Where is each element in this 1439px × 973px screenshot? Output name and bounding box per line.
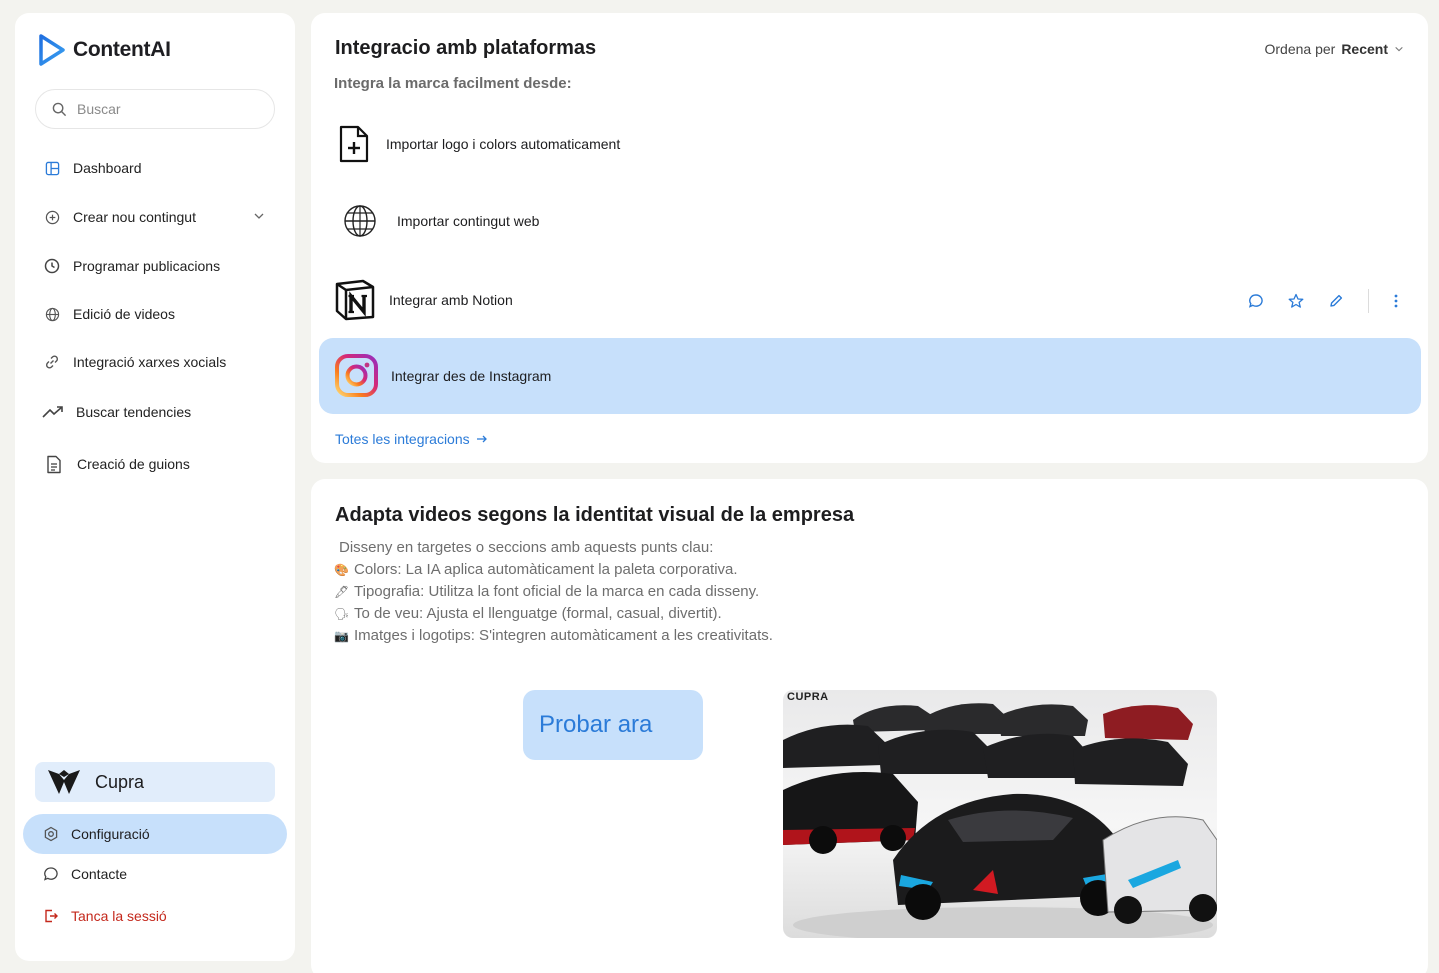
cars-illustration	[783, 703, 1217, 938]
link-icon	[43, 353, 61, 371]
document-icon	[45, 455, 63, 473]
nav-label: Crear nou contingut	[73, 209, 196, 225]
nav-label: Edició de videos	[73, 306, 175, 322]
search-box[interactable]	[35, 89, 275, 129]
company-selector[interactable]: Cupra	[35, 762, 275, 802]
row-actions	[1236, 289, 1411, 313]
nav-label: Creació de guions	[77, 456, 190, 472]
cupra-logo-icon	[48, 770, 80, 794]
nav-item-configuracio[interactable]: Configuració	[23, 814, 287, 854]
actions-divider	[1368, 289, 1369, 313]
nav-item-crear-contingut[interactable]: Crear nou contingut	[43, 205, 273, 229]
chevron-down-icon[interactable]	[253, 209, 265, 225]
integrations-title: Integracio amb plataformas	[335, 37, 597, 59]
search-icon	[52, 102, 67, 116]
globe-icon	[344, 205, 376, 237]
integration-row-logo[interactable]: Importar logo i colors automaticament	[338, 125, 620, 163]
speaking-head-icon: 🗣	[334, 607, 350, 621]
integration-row-instagram[interactable]: Integrar des de Instagram	[334, 353, 551, 398]
cupra-wordmark: CUPRA	[787, 691, 829, 703]
integration-label: Integrar des de Instagram	[391, 367, 552, 384]
sort-dropdown[interactable]: Ordena per Recent	[1264, 41, 1404, 57]
nav-item-videos[interactable]: Edició de videos	[43, 302, 175, 326]
sort-value: Recent	[1341, 41, 1388, 57]
settings-icon	[44, 826, 58, 842]
dashboard-icon	[43, 159, 61, 177]
nav-item-xarxes[interactable]: Integració xarxes xocials	[43, 350, 226, 374]
camera-icon: 📷	[334, 629, 349, 643]
adapt-description: Disseny en targetes o seccions amb aques…	[334, 537, 773, 647]
nav-label: Dashboard	[73, 160, 142, 176]
chat-icon	[43, 867, 58, 881]
comment-icon[interactable]	[1236, 289, 1276, 313]
nav-item-dashboard[interactable]: Dashboard	[43, 156, 142, 180]
logout-label: Tanca la sessió	[71, 908, 167, 924]
all-integrations-label: Totes les integracions	[335, 431, 470, 447]
cupra-cars-image: CUPRA	[783, 690, 1217, 938]
instagram-icon	[335, 354, 378, 397]
chevron-down-icon	[1395, 46, 1403, 52]
adapt-point-text: Colors: La IA aplica automàticament la p…	[354, 561, 738, 578]
nav-label: Programar publicacions	[73, 258, 221, 274]
config-label: Configuració	[71, 826, 150, 842]
more-vertical-icon[interactable]	[1381, 289, 1411, 313]
integrations-panel: Integracio amb plataformas Integra la ma…	[311, 13, 1428, 463]
contact-label: Contacte	[71, 866, 128, 882]
adapt-point-text: Imatges i logotips: S'integren automàtic…	[354, 627, 773, 644]
logout-icon	[45, 909, 58, 923]
notion-icon	[335, 279, 375, 321]
integrations-subtitle: Integra la marca facilment desde:	[334, 75, 572, 92]
adapt-point-text: Tipografia: Utilitza la font oficial de …	[354, 583, 760, 600]
nav-item-contacte[interactable]: Contacte	[43, 866, 127, 882]
clock-icon	[43, 257, 61, 275]
sort-label: Ordena per	[1264, 41, 1336, 57]
edit-icon[interactable]	[1316, 289, 1356, 313]
sidebar: ContentAI Dashboard Crear nou contingut …	[15, 13, 295, 961]
pen-icon: 🖋	[334, 585, 350, 599]
adapt-point: 📷 Imatges i logotips: S'integren automàti…	[334, 625, 773, 647]
nav-item-programar[interactable]: Programar publicacions	[43, 254, 220, 278]
all-integrations-link[interactable]: Totes les integracions	[335, 431, 488, 447]
arrow-right-icon	[476, 435, 487, 443]
brand[interactable]: ContentAI	[37, 33, 171, 67]
brand-name: ContentAI	[73, 38, 171, 61]
palette-icon: 🎨	[334, 563, 349, 577]
integration-label: Integrar amb Notion	[389, 292, 513, 308]
integration-row-web[interactable]: Importar contingut web	[343, 204, 539, 238]
integration-row-notion[interactable]: Integrar amb Notion	[333, 278, 513, 322]
company-name: Cupra	[95, 771, 145, 792]
contentai-logo-icon	[39, 34, 65, 66]
nav-label: Buscar tendencies	[76, 404, 192, 420]
adapt-point: 🖋 Tipografia: Utilitza la font oficial de…	[334, 581, 773, 603]
nav-item-guions[interactable]: Creació de guions	[45, 452, 190, 476]
trending-icon	[42, 403, 64, 421]
plus-circle-icon	[43, 208, 61, 226]
nav-label: Integració xarxes xocials	[73, 354, 227, 370]
adapt-point-text: To de veu: Ajusta el llenguatge (formal,…	[354, 605, 722, 622]
search-input[interactable]	[77, 101, 247, 117]
adapt-point: 🎨 Colors: La IA aplica automàticament la …	[334, 559, 773, 581]
integration-label: Importar logo i colors automaticament	[386, 136, 621, 152]
star-icon[interactable]	[1276, 289, 1316, 313]
nav-item-logout[interactable]: Tanca la sessió	[43, 908, 167, 924]
try-now-button[interactable]: Probar ara	[523, 690, 703, 760]
adapt-panel: Adapta videos segons la identitat visual…	[311, 479, 1428, 973]
adapt-point: 🗣 To de veu: Ajusta el llenguatge (formal…	[334, 603, 773, 625]
adapt-intro: Disseny en targetes o seccions amb aques…	[339, 539, 714, 556]
file-plus-icon	[339, 125, 369, 163]
nav-item-tendencies[interactable]: Buscar tendencies	[42, 400, 191, 424]
adapt-title: Adapta videos segons la identitat visual…	[335, 504, 855, 526]
integration-label: Importar contingut web	[397, 213, 540, 229]
globe-icon	[43, 305, 61, 323]
